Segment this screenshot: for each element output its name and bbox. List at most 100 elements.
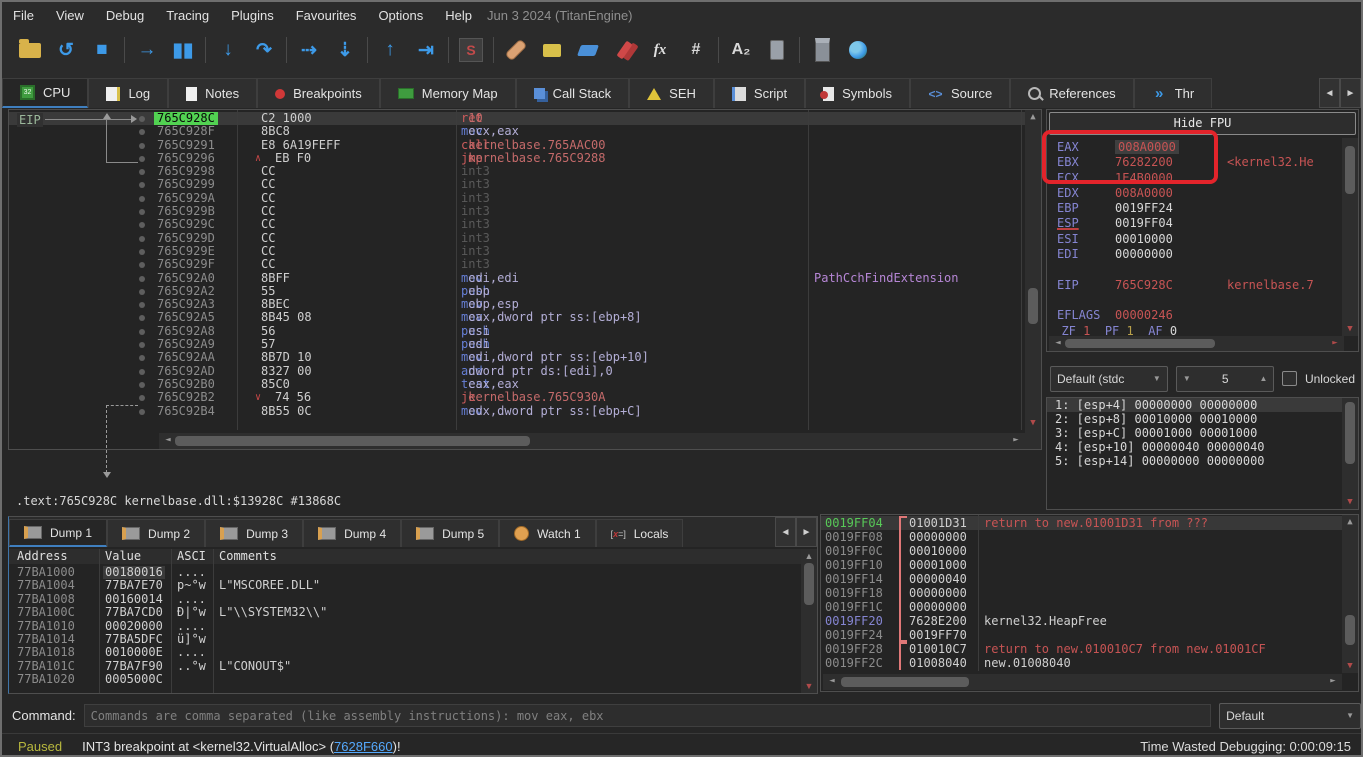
globe-icon[interactable] <box>840 35 876 65</box>
tab-memory-map[interactable]: Memory Map <box>380 78 516 108</box>
tab-notes[interactable]: Notes <box>168 78 257 108</box>
tab-dump-4[interactable]: Dump 4 <box>303 519 401 547</box>
comment-icon[interactable] <box>534 35 570 65</box>
menu-item-favourites[interactable]: Favourites <box>285 8 368 23</box>
menu-item-tracing[interactable]: Tracing <box>155 8 220 23</box>
breakpoint-list-icon[interactable] <box>606 35 642 65</box>
disasm-vscrollbar[interactable]: ▲ ▼ <box>1025 110 1041 449</box>
stack-vscrollbar[interactable]: ▲ ▼ <box>1342 515 1358 673</box>
arg-count-stepper[interactable]: ▼ 5 ▲ <box>1176 366 1275 392</box>
stack-hscrollbar[interactable]: ◄ ► <box>823 674 1342 690</box>
register-row[interactable]: ESP0019FF04 <box>1047 216 1342 231</box>
stack-row[interactable]: 0019FF1000001000 <box>821 558 1342 572</box>
breakpoint-dot-icon[interactable] <box>139 409 145 415</box>
tab-dump-2[interactable]: Dump 2 <box>107 519 205 547</box>
register-row[interactable]: EDI00000000 <box>1047 247 1342 262</box>
tab-scroll-right-icon[interactable]: ► <box>1340 78 1361 108</box>
argument-row[interactable]: 1: [esp+4] 00000000 00000000 <box>1047 398 1358 412</box>
tab-dump-1[interactable]: Dump 1 <box>9 519 107 547</box>
breakpoint-dot-icon[interactable] <box>139 182 145 188</box>
dump-column-header[interactable]: Comments <box>219 549 277 563</box>
dump-column-header[interactable]: ASCI <box>177 549 206 563</box>
register-row[interactable]: EDX008A0000 <box>1047 186 1342 201</box>
tab-log[interactable]: Log <box>88 78 168 108</box>
breakpoint-dot-icon[interactable] <box>139 315 145 321</box>
stack-row[interactable]: 0019FF0401001D31return to new.01001D31 f… <box>821 516 1342 530</box>
menu-item-file[interactable]: File <box>2 8 45 23</box>
breakpoint-dot-icon[interactable] <box>139 342 145 348</box>
arguments-vscrollbar[interactable]: ▼ <box>1342 398 1358 509</box>
stack-row[interactable]: 0019FF2C01008040new.01008040 <box>821 656 1342 670</box>
dump-row[interactable]: 77BA100477BA7E70p~°wL"MSCOREE.DLL" <box>9 579 801 592</box>
disasm-row[interactable]: 765C928F8BC8mov ecx,eax <box>9 125 1025 138</box>
dump-row[interactable]: 77BA101000020000.... <box>9 620 801 633</box>
disasm-row[interactable]: 765C9291E8 6A19FEFFcall kernelbase.765AA… <box>9 139 1025 152</box>
unlocked-checkbox[interactable] <box>1282 371 1297 386</box>
command-profile-select[interactable]: Default ▼ <box>1219 703 1361 729</box>
trace-over-icon[interactable]: ⇣ <box>327 35 363 65</box>
run-to-user-code-icon[interactable]: ⇥ <box>408 35 444 65</box>
dump-column-header[interactable]: Address <box>17 549 68 563</box>
function-icon[interactable]: fx <box>642 35 678 65</box>
breakpoint-dot-icon[interactable] <box>139 289 145 295</box>
breakpoint-dot-icon[interactable] <box>139 196 145 202</box>
tab-scroll-left-icon[interactable]: ◄ <box>1319 78 1340 108</box>
disasm-row[interactable]: 765C92A58B45 08mov eax,dword ptr ss:[ebp… <box>9 311 1025 324</box>
tab-seh[interactable]: SEH <box>629 78 714 108</box>
stop-icon[interactable]: ■ <box>84 35 120 65</box>
disasm-row[interactable]: 765C929ECCint3 <box>9 245 1025 258</box>
font-icon[interactable]: A₂ <box>723 35 759 65</box>
menu-item-debug[interactable]: Debug <box>95 8 155 23</box>
disasm-row[interactable]: 765C9298CCint3 <box>9 165 1025 178</box>
tab-cpu[interactable]: 32CPU <box>2 78 88 108</box>
run-icon[interactable]: → <box>129 35 165 65</box>
argument-row[interactable]: 3: [esp+C] 00001000 00001000 <box>1047 426 1358 440</box>
registers-hscrollbar[interactable]: ◄ ► <box>1049 336 1344 351</box>
tab-watch-1[interactable]: Watch 1 <box>499 519 596 547</box>
breakpoint-dot-icon[interactable] <box>139 302 145 308</box>
breakpoint-dot-icon[interactable] <box>139 236 145 242</box>
execute-till-return-icon[interactable]: ↑ <box>372 35 408 65</box>
stepper-up-icon[interactable]: ▲ <box>1260 374 1268 383</box>
breakpoint-dot-icon[interactable] <box>139 395 145 401</box>
disasm-row[interactable]: 765C92AA8B7D 10mov edi,dword ptr ss:[ebp… <box>9 351 1025 364</box>
stack-row[interactable]: 0019FF240019FF70 <box>821 628 1342 642</box>
dump-row[interactable]: 77BA100000180016.... <box>9 566 801 579</box>
breakpoint-dot-icon[interactable] <box>139 222 145 228</box>
disasm-row[interactable]: 765C929CCCint3 <box>9 218 1025 231</box>
tab-thr[interactable]: »Thr <box>1134 78 1213 108</box>
preferences-icon[interactable] <box>759 35 795 65</box>
breakpoint-dot-icon[interactable] <box>139 355 145 361</box>
disasm-row[interactable]: 765C929ACCint3 <box>9 192 1025 205</box>
disasm-row[interactable]: 765C92A957push edi <box>9 338 1025 351</box>
dump-scroll-right-icon[interactable]: ► <box>796 517 817 547</box>
dump-column-header[interactable]: Value <box>105 549 141 563</box>
tab-script[interactable]: Script <box>714 78 805 108</box>
tab-locals[interactable]: [x=]Locals <box>596 519 684 547</box>
breakpoint-dot-icon[interactable] <box>139 276 145 282</box>
argument-row[interactable]: 2: [esp+8] 00010000 00010000 <box>1047 412 1358 426</box>
disasm-row[interactable]: 765C92A08BFFmov edi,ediPathCchFindExtens… <box>9 272 1025 285</box>
tab-call-stack[interactable]: Call Stack <box>516 78 630 108</box>
breakpoint-dot-icon[interactable] <box>139 209 145 215</box>
disasm-row[interactable]: 765C929BCCint3 <box>9 205 1025 218</box>
breakpoint-dot-icon[interactable] <box>139 369 145 375</box>
disasm-row[interactable]: 765C92B2∨74 56je kernelbase.765C930A <box>9 391 1025 404</box>
tab-dump-3[interactable]: Dump 3 <box>205 519 303 547</box>
seh-chain-icon[interactable]: S <box>453 35 489 65</box>
pause-icon[interactable]: ▮▮ <box>165 35 201 65</box>
breakpoint-dot-icon[interactable] <box>139 156 145 162</box>
hash-icon[interactable]: # <box>678 35 714 65</box>
disasm-row[interactable]: 765C9296∧EB F0jmp kernelbase.765C9288 <box>9 152 1025 165</box>
breakpoint-dot-icon[interactable] <box>139 143 145 149</box>
breakpoint-address-link[interactable]: 7628F660 <box>334 739 393 754</box>
dump-row[interactable]: 77BA100C77BA7CD0Ð|°wL"\\SYSTEM32\\" <box>9 606 801 619</box>
dump-row[interactable]: 77BA101C77BA7F90..°wL"CONOUT$" <box>9 660 801 673</box>
dump-row[interactable]: 77BA10180010000E.... <box>9 646 801 659</box>
dump-scroll-left-icon[interactable]: ◄ <box>775 517 796 547</box>
tab-dump-5[interactable]: Dump 5 <box>401 519 499 547</box>
disasm-hscrollbar[interactable]: ◄ ► <box>159 433 1025 449</box>
breakpoint-dot-icon[interactable] <box>139 129 145 135</box>
register-row[interactable]: EBP0019FF24 <box>1047 201 1342 216</box>
disasm-row[interactable]: 765C92B085C0test eax,eax <box>9 378 1025 391</box>
